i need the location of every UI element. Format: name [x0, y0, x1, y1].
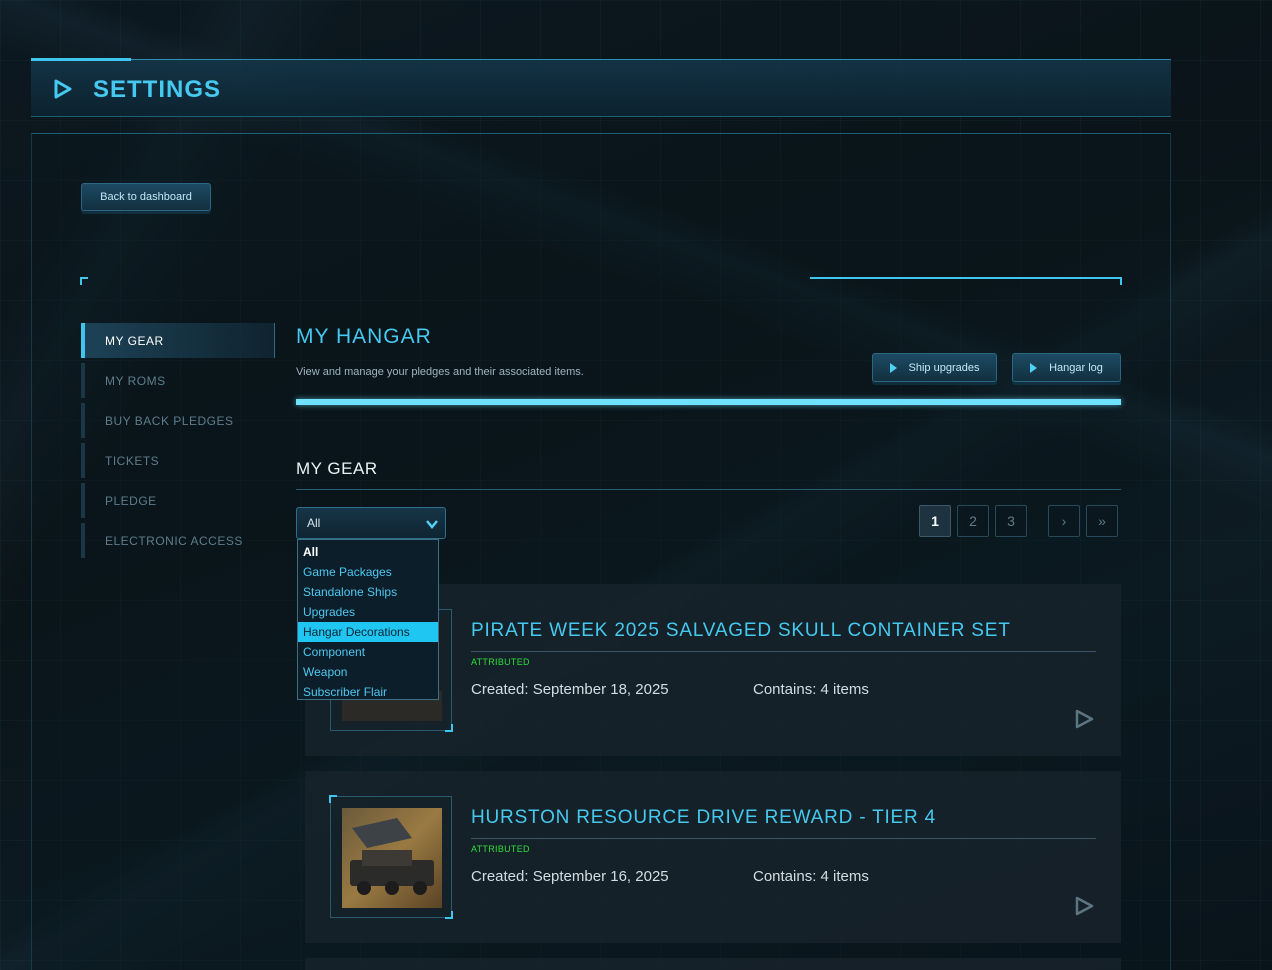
expand-play-icon[interactable]: [1073, 895, 1095, 917]
pledge-card[interactable]: [305, 958, 1121, 970]
page-title: SETTINGS: [93, 76, 222, 103]
back-to-dashboard-button[interactable]: Back to dashboard: [81, 183, 211, 211]
hangar-title: MY HANGAR: [296, 325, 432, 348]
sidebar-item-tickets[interactable]: TICKETS: [81, 443, 275, 478]
pledge-created-date: Created: September 18, 2025: [471, 681, 669, 698]
select-value: All: [307, 516, 321, 530]
pledge-item-count: Contains: 4 items: [753, 681, 869, 698]
dropdown-option-hangar-decorations[interactable]: Hangar Decorations: [298, 622, 438, 642]
dropdown-option-game-packages[interactable]: Game Packages: [298, 562, 438, 582]
frame-accent-line: [810, 277, 1122, 285]
expand-play-icon[interactable]: [1073, 708, 1095, 730]
pledge-title[interactable]: HURSTON RESOURCE DRIVE REWARD - TIER 4: [471, 807, 936, 829]
sidebar-item-label: MY ROMS: [105, 373, 166, 388]
ship-upgrades-button[interactable]: Ship upgrades: [872, 353, 997, 382]
pledge-created-date: Created: September 16, 2025: [471, 868, 669, 885]
sidebar-item-buy-back-pledges[interactable]: BUY BACK PLEDGES: [81, 403, 275, 438]
category-filter-select[interactable]: All: [296, 507, 446, 539]
sidebar-item-pledge[interactable]: PLEDGE: [81, 483, 275, 518]
chevron-down-icon: [426, 520, 438, 529]
last-page-button[interactable]: »: [1086, 505, 1118, 537]
sidebar-item-my-roms[interactable]: MY ROMS: [81, 363, 275, 398]
ship-upgrades-label: Ship upgrades: [908, 361, 980, 374]
pledge-title-underline: [471, 651, 1096, 652]
sidebar-item-label: BUY BACK PLEDGES: [105, 413, 234, 428]
dropdown-option-standalone-ships[interactable]: Standalone Ships: [298, 582, 438, 602]
pledge-title-underline: [471, 838, 1096, 839]
sidebar-item-label: TICKETS: [105, 453, 160, 468]
section-divider: [296, 489, 1121, 490]
play-icon: [1030, 362, 1038, 373]
category-dropdown: All Game Packages Standalone Ships Upgra…: [297, 539, 439, 700]
pledge-item-count: Contains: 4 items: [753, 868, 869, 885]
dropdown-option-weapon[interactable]: Weapon: [298, 662, 438, 682]
back-button-label: Back to dashboard: [100, 191, 192, 203]
hangar-divider: [296, 399, 1121, 405]
dropdown-option-all[interactable]: All: [298, 542, 438, 562]
sidebar-item-electronic-access[interactable]: ELECTRONIC ACCESS: [81, 523, 275, 558]
sidebar-item-label: MY GEAR: [105, 333, 164, 348]
hangar-subtitle: View and manage your pledges and their a…: [296, 366, 584, 378]
status-badge: ATTRIBUTED: [471, 844, 530, 854]
dropdown-option-component[interactable]: Component: [298, 642, 438, 662]
page-button-2[interactable]: 2: [957, 505, 989, 537]
hangar-log-label: Hangar log: [1049, 361, 1103, 374]
sidebar-item-label: PLEDGE: [105, 493, 157, 508]
dropdown-option-subscriber-flair[interactable]: Subscriber Flair: [298, 682, 438, 702]
section-title: MY GEAR: [296, 459, 378, 478]
next-page-button[interactable]: ›: [1048, 505, 1080, 537]
dropdown-option-upgrades[interactable]: Upgrades: [298, 602, 438, 622]
pledge-card[interactable]: HURSTON RESOURCE DRIVE REWARD - TIER 4 A…: [305, 771, 1121, 943]
sidebar-item-label: ELECTRONIC ACCESS: [105, 533, 243, 548]
hangar-log-button[interactable]: Hangar log: [1012, 353, 1121, 382]
play-icon: [889, 362, 897, 373]
pledge-thumbnail-frame: [329, 795, 453, 919]
sidebar-item-my-gear[interactable]: MY GEAR: [81, 323, 275, 358]
play-icon: [54, 79, 72, 99]
pledge-thumbnail: [342, 808, 442, 908]
page-header: SETTINGS: [31, 58, 1171, 117]
pledge-title[interactable]: PIRATE WEEK 2025 SALVAGED SKULL CONTAINE…: [471, 620, 1011, 642]
page-button-3[interactable]: 3: [995, 505, 1027, 537]
page-button-1[interactable]: 1: [919, 505, 951, 537]
status-badge: ATTRIBUTED: [471, 657, 530, 667]
frame-corner: [80, 277, 88, 285]
